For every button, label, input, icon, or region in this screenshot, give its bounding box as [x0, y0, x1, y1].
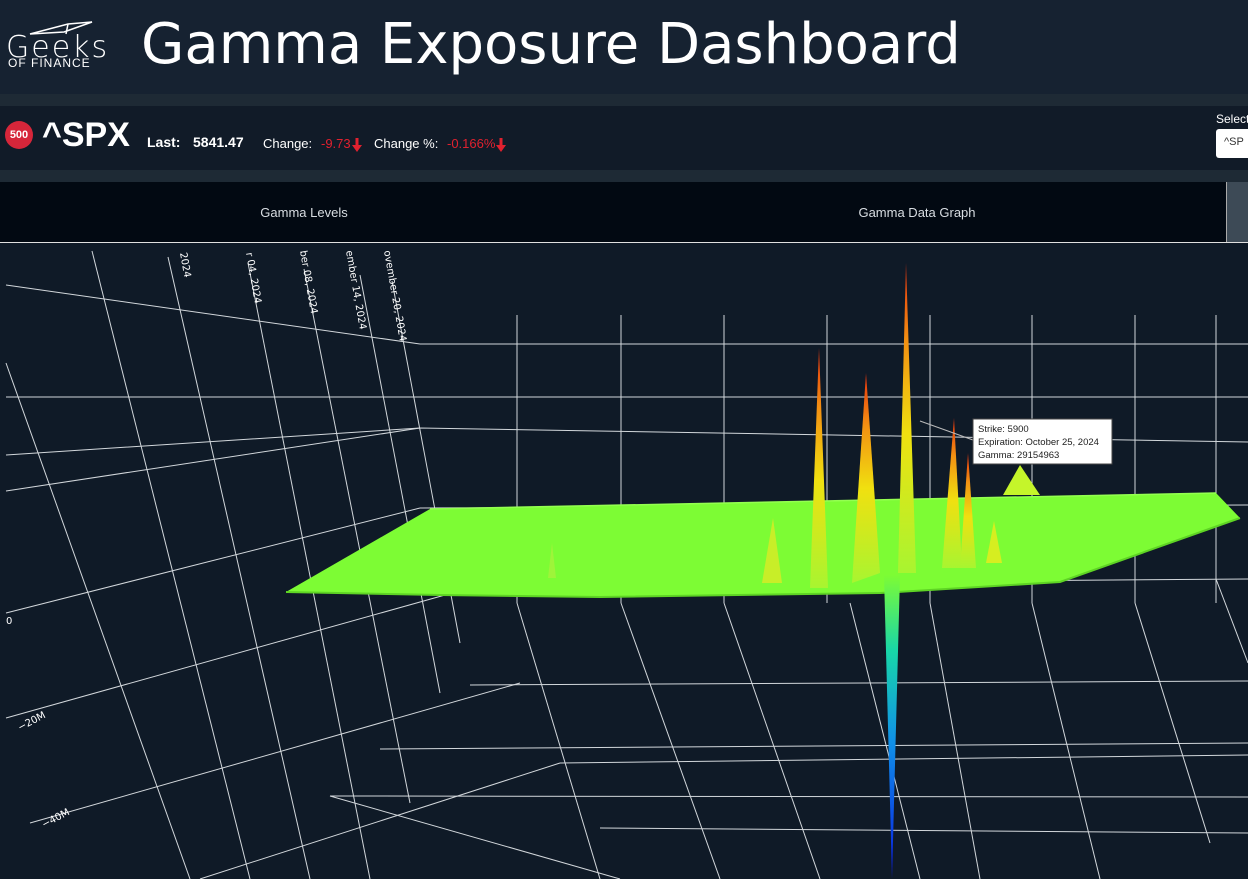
divider: [0, 94, 1248, 106]
last-label: Last:: [147, 134, 181, 150]
select-label: Select: [1216, 112, 1248, 126]
change-value: -9.73: [321, 136, 351, 151]
date-axis-label: ovember 20, 2024: [381, 250, 408, 343]
change-pct-label: Change %:: [374, 136, 439, 151]
last-value: 5841.47: [193, 134, 244, 150]
date-axis-label: 2024: [177, 252, 192, 279]
gamma-negative-spike: [884, 575, 900, 879]
index-badge: 500: [5, 121, 33, 149]
change-pct-value: -0.166%: [447, 136, 496, 151]
app-header: Geeks OF FINANCE Gamma Exposure Dashboar…: [0, 0, 1248, 94]
down-arrow-icon: [496, 138, 506, 152]
tab-gamma-levels[interactable]: Gamma Levels: [0, 182, 608, 242]
ticker-bar: [0, 106, 1248, 170]
gamma-spike: [942, 418, 962, 568]
down-arrow-icon: [352, 138, 362, 152]
geeks-of-finance-logo[interactable]: Geeks OF FINANCE: [6, 20, 128, 72]
gamma-spike: [898, 263, 916, 573]
change-label: Change:: [263, 136, 313, 151]
z-axis-label: −40M: [40, 807, 71, 831]
tooltip-expiration: Expiration: October 25, 2024: [978, 437, 1099, 448]
symbol-select[interactable]: ^SP: [1216, 129, 1248, 158]
gamma-spike: [852, 373, 880, 583]
hover-tooltip: Strike: 5900 Expiration: October 25, 202…: [919, 418, 1113, 465]
ticker-symbol: ^SPX: [42, 116, 130, 154]
tooltip-strike: Strike: 5900: [978, 424, 1029, 435]
date-axis-label: ember 14, 2024: [343, 250, 368, 331]
z-axis-label: 0: [6, 616, 12, 627]
tooltip-gamma: Gamma: 29154963: [978, 450, 1059, 461]
gamma-3d-surface-chart[interactable]: 0 −20M −40M 2024 r 04, 2024 ber 08, 2024…: [0, 243, 1248, 879]
gamma-spike: [1003, 465, 1040, 495]
divider: [0, 170, 1248, 182]
gamma-spike: [810, 348, 828, 588]
date-axis-label: r 04, 2024: [243, 252, 263, 305]
tab-bar: Gamma Levels Gamma Data Graph: [0, 182, 1248, 243]
tab-partial[interactable]: [1226, 182, 1248, 242]
logo-subtitle: OF FINANCE: [8, 56, 91, 70]
date-axis-label: ber 08, 2024: [297, 250, 319, 315]
tab-gamma-data-graph[interactable]: Gamma Data Graph: [608, 182, 1226, 242]
page-title: Gamma Exposure Dashboard: [141, 12, 961, 77]
